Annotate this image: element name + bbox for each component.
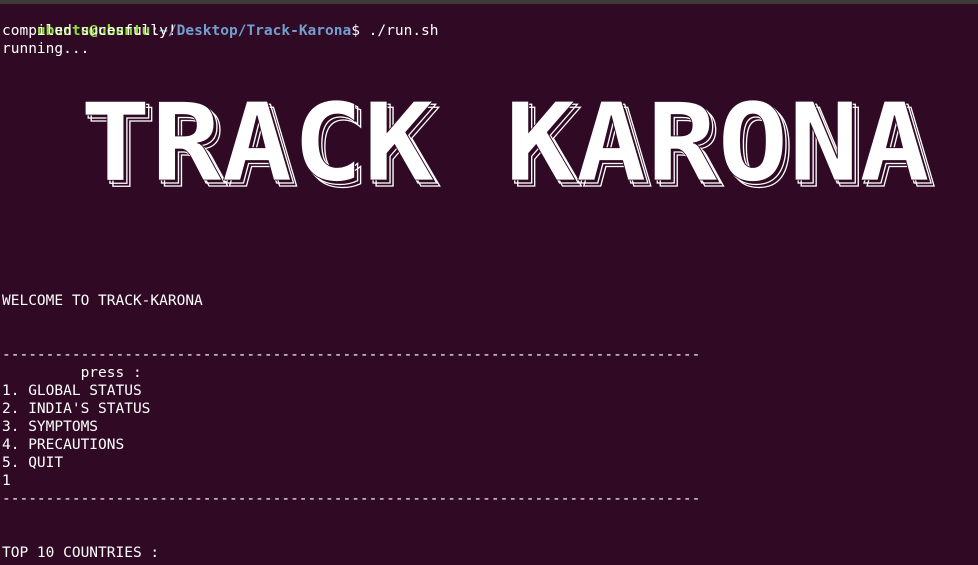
banner-text: TRACK KARONA	[80, 90, 930, 200]
divider-top: ----------------------------------------…	[2, 347, 701, 363]
divider-bottom: ----------------------------------------…	[2, 491, 701, 507]
terminal-window[interactable]: ubuntu@ubuntu:~/Desktop/Track-Karona$ ./…	[0, 0, 978, 565]
menu-item-india-status: 2. INDIA'S STATUS	[2, 401, 151, 417]
prompt-dollar: $	[351, 23, 360, 39]
track-karona-banner: TRACK KARONA TRACK KARONA TRACK KARONA	[72, 90, 938, 200]
press-prompt: press :	[2, 365, 142, 381]
menu-item-symptoms: 3. SYMPTOMS	[2, 419, 99, 435]
top10-heading: TOP 10 COUNTRIES :	[2, 545, 160, 561]
compiled-message: compiled sucesfully!	[2, 23, 177, 39]
menu-item-global-status: 1. GLOBAL STATUS	[2, 383, 142, 399]
menu-item-precautions: 4. PRECAUTIONS	[2, 437, 125, 453]
command-text: ./run.sh	[359, 23, 439, 39]
prompt-path: ~/Desktop/Track-Karona	[159, 23, 352, 39]
running-message: running...	[2, 41, 90, 57]
user-input: 1	[2, 473, 11, 489]
welcome-message: WELCOME TO TRACK-KARONA	[2, 293, 203, 309]
prompt-line: ubuntu@ubuntu:~/Desktop/Track-Karona$ ./…	[2, 4, 439, 39]
menu-item-quit: 5. QUIT	[2, 455, 64, 471]
